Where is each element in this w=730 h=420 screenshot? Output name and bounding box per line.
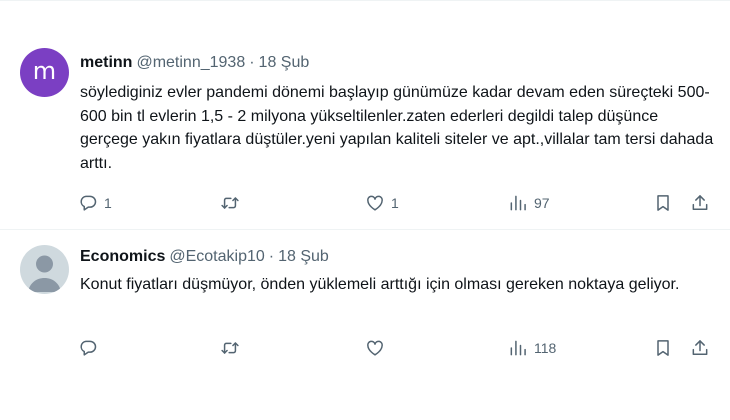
reply-button[interactable] [78,336,104,360]
tweet-header: metinn @metinn_1938 · 18 Şub [80,53,309,73]
view-count: 118 [534,340,557,356]
share-icon [692,340,708,355]
retweet-button[interactable] [220,191,246,215]
view-count: 97 [534,195,550,211]
tweet[interactable]: Economics @Ecotakip10 · 18 Şub Konut fiyatl… [0,229,730,420]
retweet-button[interactable] [220,336,246,360]
share-button[interactable] [690,336,710,360]
tweet-date[interactable]: 18 Şub [259,54,310,71]
bookmark-icon [657,195,669,211]
avatar[interactable]: m [20,48,69,97]
user-handle[interactable]: @Ecotakip10 [169,248,264,265]
tweet-date[interactable]: 18 Şub [278,248,329,265]
views-button[interactable]: 118 [508,336,556,360]
action-bar: 118 [0,336,730,360]
avatar[interactable] [20,245,69,294]
default-avatar-icon [28,255,61,292]
heart-icon [367,340,383,356]
avatar-letter: m [32,57,57,85]
reply-button[interactable]: 1 [78,191,112,215]
bookmark-button[interactable] [653,336,673,360]
separator-dot: · [268,248,275,265]
views-chart-icon [510,340,526,356]
display-name[interactable]: metinn [80,54,132,71]
tweet-text: Konut fiyatları düşmüyor, önden yüklemel… [80,276,680,293]
views-button[interactable]: 97 [508,191,550,215]
share-icon [692,195,708,210]
tweet-header: Economics @Ecotakip10 · 18 Şub [80,247,329,267]
like-button[interactable]: 1 [365,191,399,215]
views-chart-icon [510,195,526,211]
tweet[interactable]: m metinn @metinn_1938 · 18 Şub söylediginiz… [0,0,730,230]
tweet-feed: m metinn @metinn_1938 · 18 Şub söylediginiz… [0,0,730,420]
like-button[interactable] [365,336,391,360]
separator-dot: · [249,54,255,71]
action-bar: 1 1 97 [0,191,730,215]
retweet-icon [221,342,239,354]
bookmark-button[interactable] [653,191,673,215]
reply-icon [80,195,97,211]
bookmark-icon [657,340,669,356]
reply-icon [80,340,97,356]
share-button[interactable] [690,191,710,215]
retweet-icon [221,197,239,209]
reply-count: 1 [104,195,112,211]
display-name[interactable]: Economics [80,248,165,265]
like-count: 1 [391,195,399,211]
heart-icon [367,195,383,211]
tweet-text: söylediginiz evler pandemi dönemi başlay… [80,84,714,172]
user-handle[interactable]: @metinn_1938 [136,54,245,71]
